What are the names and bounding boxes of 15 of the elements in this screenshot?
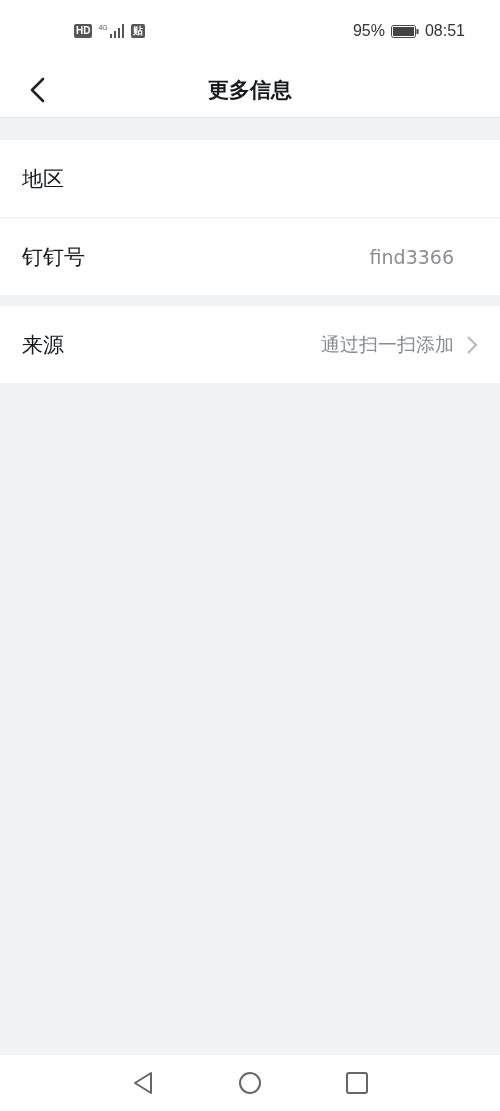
hd-badge: HD	[74, 24, 93, 38]
page-title: 更多信息	[208, 76, 292, 104]
back-nav-icon[interactable]	[132, 1071, 154, 1095]
row-value: 通过扫一扫添加	[321, 331, 454, 357]
row-label: 来源	[22, 331, 65, 359]
row-label: 地区	[22, 165, 65, 193]
home-nav-icon[interactable]	[238, 1071, 262, 1095]
notification-badge: 贴	[130, 24, 145, 38]
row-value: find3366	[369, 245, 454, 268]
clock: 08:51	[424, 22, 465, 40]
row-label: 钉钉号	[22, 243, 86, 271]
battery-percent: 95%	[352, 22, 385, 40]
recents-nav-icon[interactable]	[346, 1072, 368, 1094]
battery-icon	[390, 24, 419, 38]
signal-icon	[108, 24, 125, 38]
